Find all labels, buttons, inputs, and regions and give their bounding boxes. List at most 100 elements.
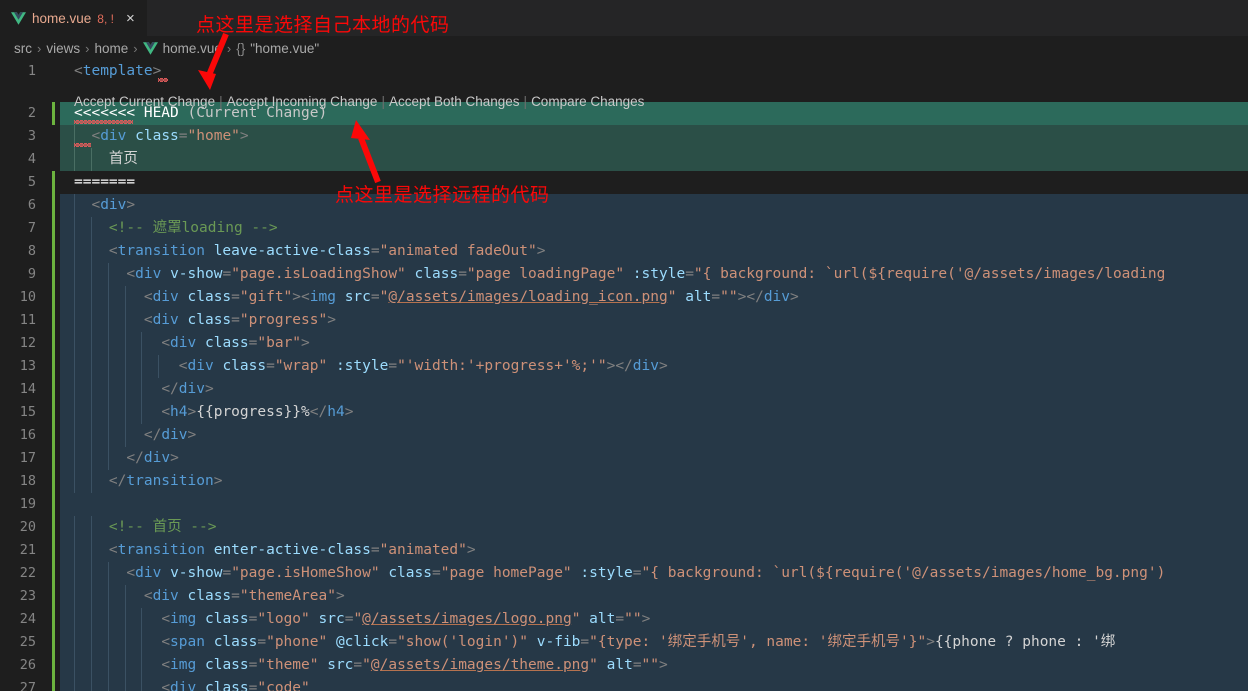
line-content: <div> xyxy=(91,197,136,213)
editor-line[interactable]: 19 xyxy=(0,493,1248,516)
editor-line[interactable]: 24 <img class="logo" src="@/assets/image… xyxy=(0,608,1248,631)
breadcrumb-item-views[interactable]: views xyxy=(46,41,80,56)
line-content: </transition> xyxy=(108,473,223,489)
editor-line[interactable]: 14 </div> xyxy=(0,378,1248,401)
editor-line[interactable]: 8 <transition leave-active-class="animat… xyxy=(0,240,1248,263)
line-number: 1 xyxy=(27,63,36,79)
editor-line[interactable]: 11 <div class="progress"> xyxy=(0,309,1248,332)
git-modified-indicator xyxy=(52,424,55,447)
codelens-separator: | xyxy=(381,94,385,109)
git-modified-indicator xyxy=(52,194,55,217)
editor-line[interactable]: 10 <div class="gift"><img src="@/assets/… xyxy=(0,286,1248,309)
git-modified-indicator xyxy=(52,171,55,194)
editor-line[interactable]: 15 <h4>{{progress}}%</h4> xyxy=(0,401,1248,424)
compare-changes-link[interactable]: Compare Changes xyxy=(531,94,644,109)
line-content: <transition leave-active-class="animated… xyxy=(108,243,546,259)
breadcrumb-item-src[interactable]: src xyxy=(14,41,32,56)
breadcrumb-item-symbol[interactable]: "home.vue" xyxy=(250,41,319,56)
error-squiggle xyxy=(158,78,169,82)
tab-home-vue[interactable]: home.vue 8, ! × xyxy=(0,0,147,36)
git-modified-indicator xyxy=(52,493,55,516)
code-editor[interactable]: 1 <template> 2 <<<<<<< HEAD (Current Change… xyxy=(0,60,1248,691)
annotation-remote-code: 点这里是选择远程的代码 xyxy=(335,185,550,206)
editor-line[interactable]: 21 <transition enter-active-class="anima… xyxy=(0,539,1248,562)
line-conflict-highlight xyxy=(60,493,1248,516)
line-content: <div class="gift"><img src="@/assets/ima… xyxy=(143,289,799,305)
git-modified-indicator xyxy=(52,240,55,263)
line-content: <div v-show="page.isLoadingShow" class="… xyxy=(126,266,1166,282)
line-number: 22 xyxy=(19,565,36,581)
line-content: <template> xyxy=(74,63,162,79)
editor-line[interactable]: 20 <!-- 首页 --> xyxy=(0,516,1248,539)
line-number: 8 xyxy=(27,243,36,259)
line-content: ======= xyxy=(74,174,136,190)
editor-line[interactable]: 7 <!-- 遮罩loading --> xyxy=(0,217,1248,240)
line-number: 12 xyxy=(19,335,36,351)
editor-line[interactable]: 18 </transition> xyxy=(0,470,1248,493)
line-number: 26 xyxy=(19,657,36,673)
git-modified-indicator xyxy=(52,562,55,585)
editor-line[interactable]: 12 <div class="bar"> xyxy=(0,332,1248,355)
line-number: 15 xyxy=(19,404,36,420)
line-content: <!-- 首页 --> xyxy=(108,519,217,535)
breadcrumb: src › views › home › home.vue › {} "home… xyxy=(0,36,1248,60)
line-number: 24 xyxy=(19,611,36,627)
line-content: <transition enter-active-class="animated… xyxy=(108,542,476,558)
editor-line[interactable]: 25 <span class="phone" @click="show('log… xyxy=(0,631,1248,654)
chevron-right-icon: › xyxy=(133,40,138,56)
accept-current-change-link[interactable]: Accept Current Change xyxy=(74,94,215,109)
git-modified-indicator xyxy=(52,631,55,654)
git-modified-indicator xyxy=(52,654,55,677)
editor-line[interactable]: 17 </div> xyxy=(0,447,1248,470)
editor-line[interactable]: 16 </div> xyxy=(0,424,1248,447)
line-content: <div class="bar"> xyxy=(161,335,310,351)
editor-line[interactable]: 6 <div> xyxy=(0,194,1248,217)
editor-line[interactable]: 13 <div class="wrap" :style="'width:'+pr… xyxy=(0,355,1248,378)
line-number: 23 xyxy=(19,588,36,604)
error-squiggle xyxy=(74,143,91,147)
line-number: 18 xyxy=(19,473,36,489)
accept-both-changes-link[interactable]: Accept Both Changes xyxy=(389,94,520,109)
editor-line[interactable]: 22 <div v-show="page.isHomeShow" class="… xyxy=(0,562,1248,585)
editor-line[interactable]: 4 首页 xyxy=(0,148,1248,171)
line-number: 3 xyxy=(27,128,36,144)
editor-line[interactable]: 27 <div class="code" xyxy=(0,677,1248,691)
line-number: 11 xyxy=(19,312,36,328)
line-conflict-highlight xyxy=(60,470,1248,493)
merge-conflict-codelens: Accept Current Change | Accept Incoming Ch… xyxy=(74,91,644,112)
editor-line[interactable]: 23 <div class="themeArea"> xyxy=(0,585,1248,608)
editor-line[interactable]: 3 <div class="home"> xyxy=(0,125,1248,148)
line-number: 6 xyxy=(27,197,36,213)
chevron-right-icon: › xyxy=(85,40,90,56)
git-modified-indicator xyxy=(52,286,55,309)
breadcrumb-item-home[interactable]: home xyxy=(94,41,128,56)
close-icon[interactable]: × xyxy=(124,11,137,26)
line-content: <div v-show="page.isHomeShow" class="pag… xyxy=(126,565,1166,581)
line-conflict-highlight xyxy=(60,424,1248,447)
line-content: </div> xyxy=(161,381,214,397)
line-content: <img class="logo" src="@/assets/images/l… xyxy=(161,611,651,627)
accept-incoming-change-link[interactable]: Accept Incoming Change xyxy=(227,94,378,109)
git-modified-indicator xyxy=(52,378,55,401)
git-modified-indicator xyxy=(52,539,55,562)
line-number: 21 xyxy=(19,542,36,558)
line-number: 27 xyxy=(19,680,36,691)
breadcrumb-item-file[interactable]: home.vue xyxy=(163,41,222,56)
editor-line[interactable]: 26 <img class="theme" src="@/assets/imag… xyxy=(0,654,1248,677)
line-number: 10 xyxy=(19,289,36,305)
line-content: <span class="phone" @click="show('login'… xyxy=(161,634,1116,650)
editor-tab-bar: home.vue 8, ! × xyxy=(0,0,1248,36)
line-content: <div class="progress"> xyxy=(143,312,336,328)
annotation-local-code: 点这里是选择自己本地的代码 xyxy=(196,15,450,36)
line-conflict-highlight xyxy=(60,148,1248,171)
editor-line[interactable]: 1 <template> xyxy=(0,60,1248,83)
editor-line[interactable]: 9 <div v-show="page.isLoadingShow" class… xyxy=(0,263,1248,286)
line-number: 14 xyxy=(19,381,36,397)
line-number: 2 xyxy=(27,105,36,121)
line-conflict-highlight xyxy=(60,194,1248,217)
editor-line[interactable]: 5 ======= xyxy=(0,171,1248,194)
line-conflict-highlight xyxy=(60,378,1248,401)
line-number: 5 xyxy=(27,174,36,190)
tab-problem-badge: 8, ! xyxy=(97,11,114,26)
line-content: <img class="theme" src="@/assets/images/… xyxy=(161,657,668,673)
